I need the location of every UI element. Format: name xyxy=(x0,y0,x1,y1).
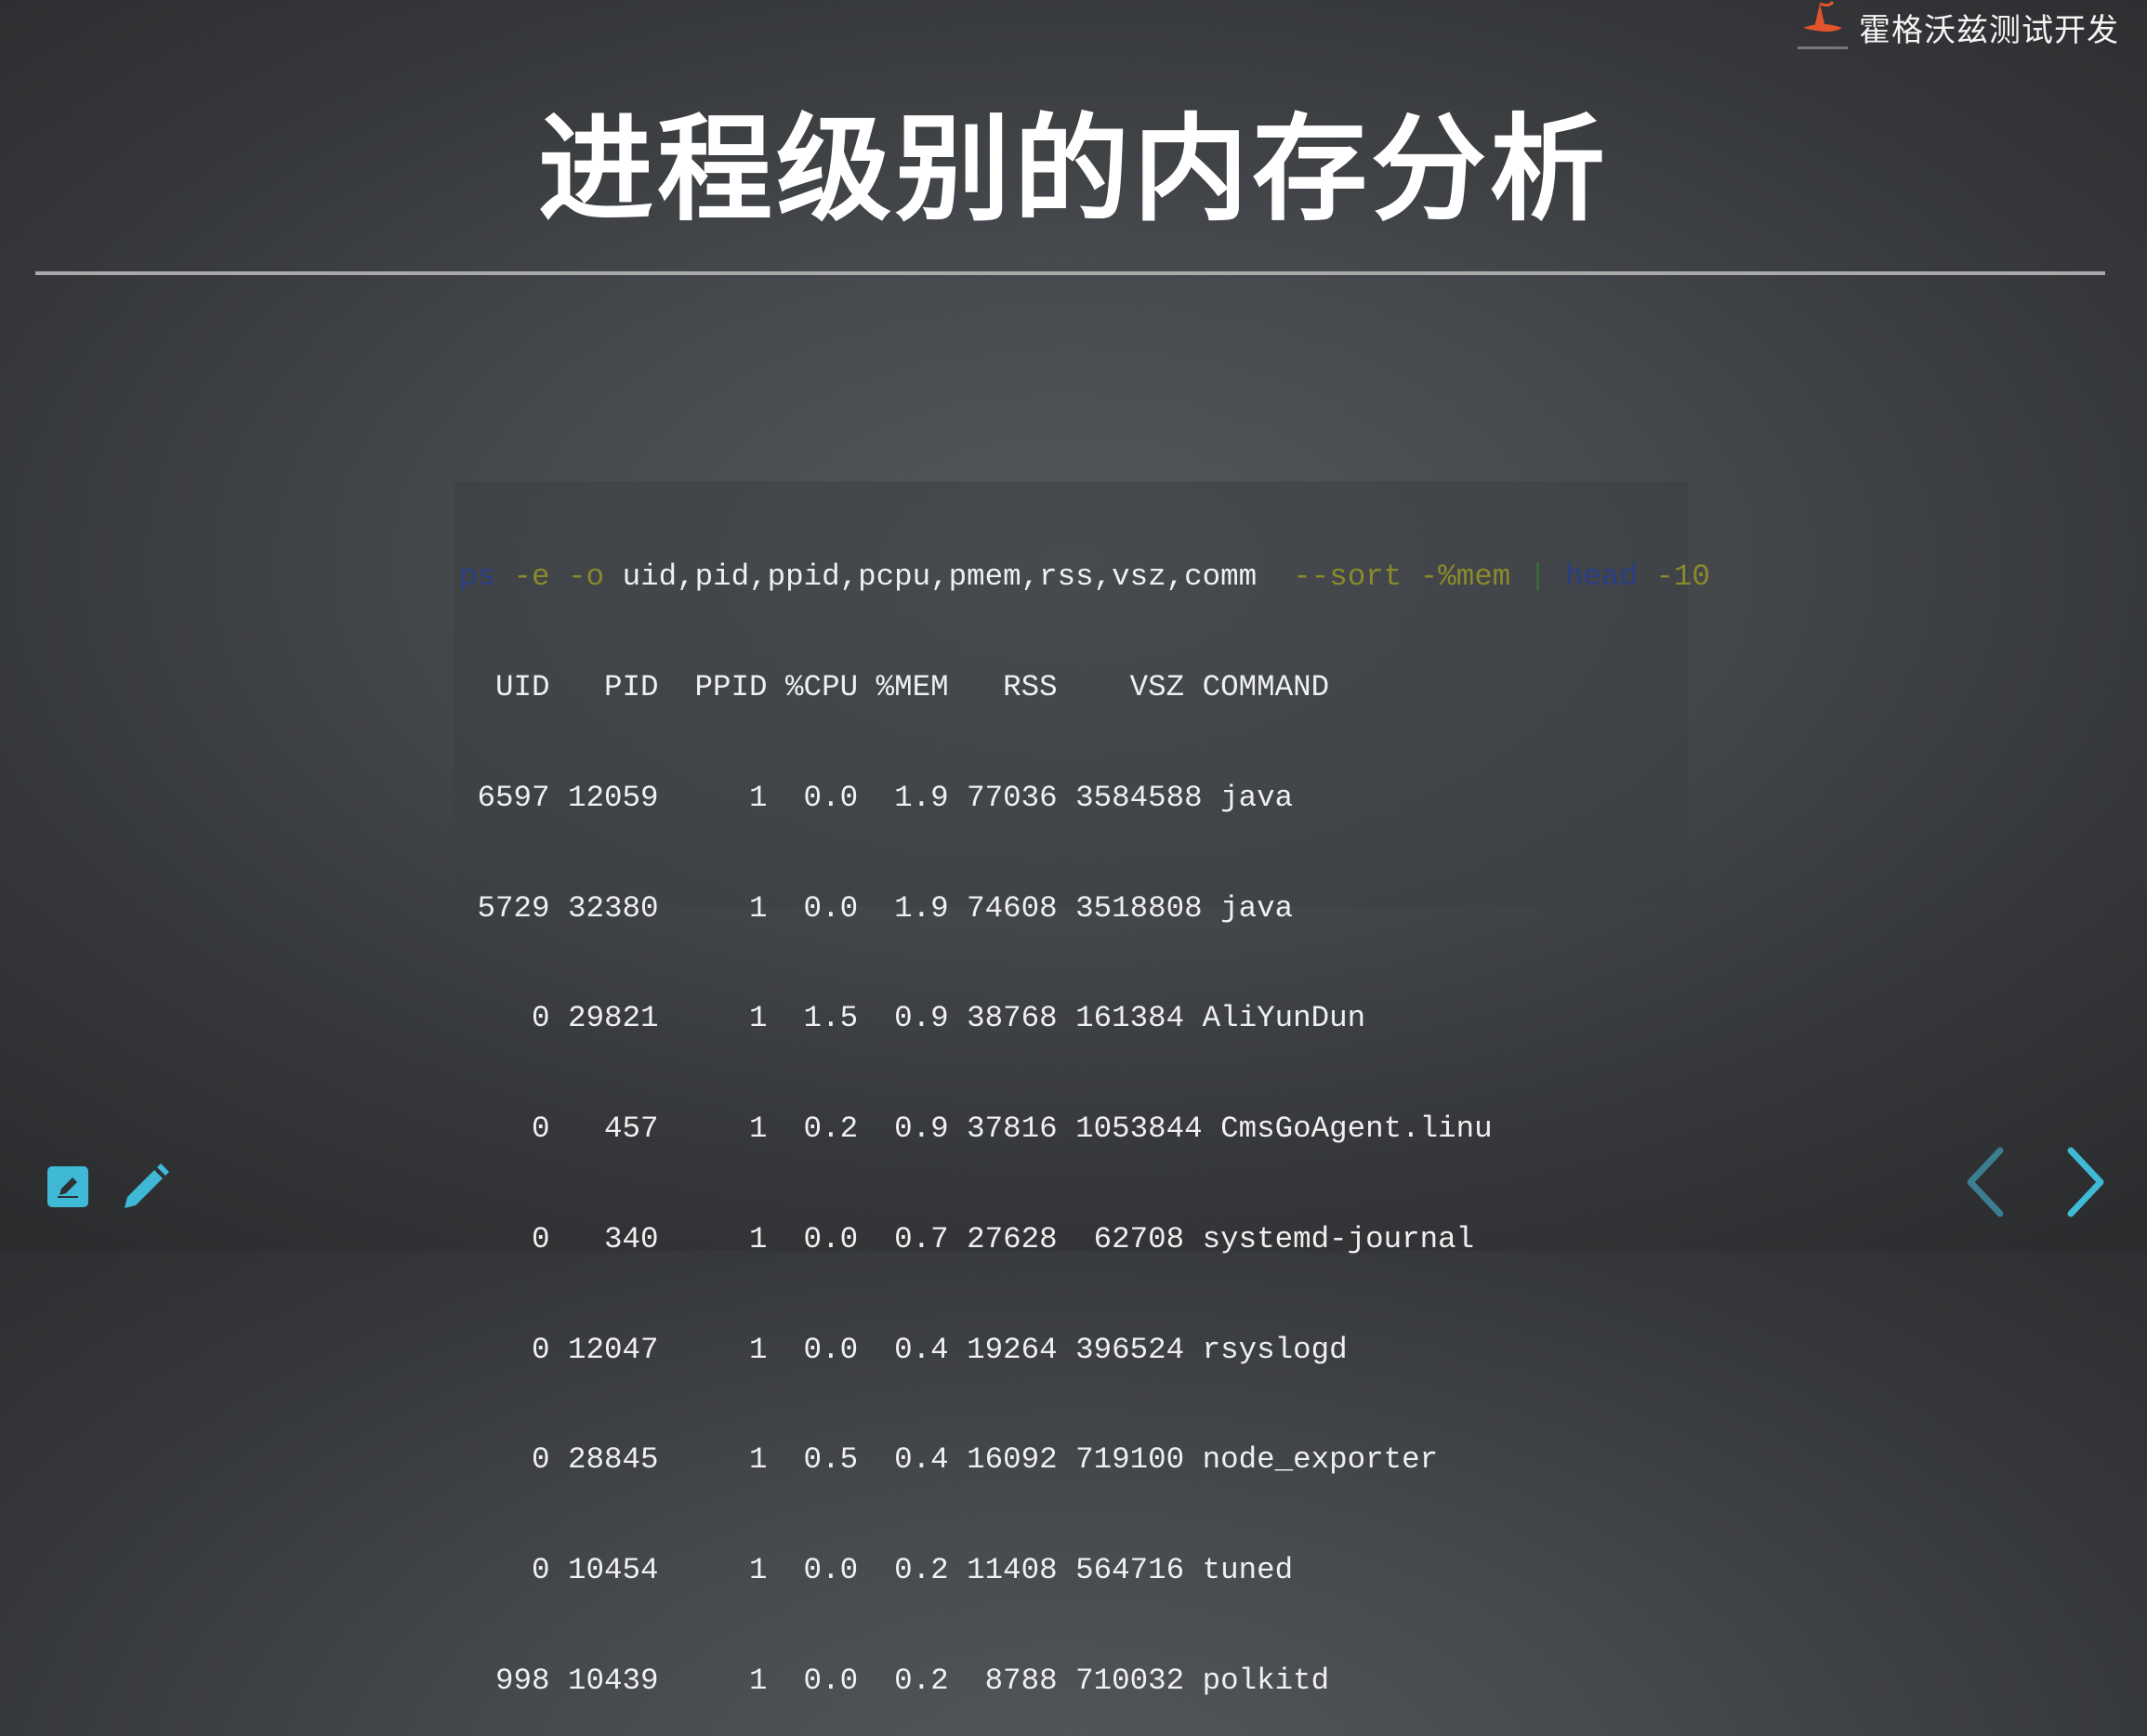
cmd-ps: ps xyxy=(459,559,496,595)
table-row: 0 29821 1 1.5 0.9 38768 161384 AliYunDun xyxy=(459,1001,1366,1036)
chevron-left-icon[interactable] xyxy=(1961,1145,2008,1219)
terminal-output: ps -e -o uid,pid,ppid,pcpu,pmem,rss,vsz,… xyxy=(454,481,1710,1698)
title-divider xyxy=(35,271,2105,275)
table-row: 5729 32380 1 0.0 1.9 74608 3518808 java xyxy=(459,890,1294,926)
brand-logo: 霍格沃兹测试开发 xyxy=(1792,0,2119,54)
table-row: 0 28845 1 0.5 0.4 16092 719100 node_expo… xyxy=(459,1442,1439,1478)
edit-icon[interactable] xyxy=(46,1165,89,1208)
table-header: UID PID PPID %CPU %MEM RSS VSZ COMMAND xyxy=(459,669,1330,704)
table-row: 6597 12059 1 0.0 1.9 77036 3584588 java xyxy=(459,780,1294,815)
table-row: 0 457 1 0.2 0.9 37816 1053844 CmsGoAgent… xyxy=(459,1111,1493,1147)
cmd-sort: --sort -%mem xyxy=(1293,559,1511,595)
chevron-right-icon[interactable] xyxy=(2063,1145,2110,1219)
pencil-icon[interactable] xyxy=(119,1162,171,1214)
table-row: 998 10439 1 0.0 0.2 8788 710032 polkitd xyxy=(459,1664,1330,1698)
table-row: 0 12047 1 0.0 0.4 19264 396524 rsyslogd xyxy=(459,1332,1348,1367)
brand-name: 霍格沃兹测试开发 xyxy=(1859,11,2119,49)
table-row: 0 10454 1 0.0 0.2 11408 564716 tuned xyxy=(459,1553,1294,1588)
cmd-fields: uid,pid,ppid,pcpu,pmem,rss,vsz,comm xyxy=(622,559,1258,595)
hat-logo-icon xyxy=(1798,1,1848,49)
slide-title: 进程级别的内存分析 xyxy=(537,103,1609,237)
table-row: 0 340 1 0.0 0.7 27628 62708 systemd-jour… xyxy=(459,1221,1475,1256)
cmd-flags: -e -o xyxy=(513,559,605,595)
cmd-head: head xyxy=(1564,559,1638,595)
command-line: ps -e -o uid,pid,ppid,pcpu,pmem,rss,vsz,… xyxy=(459,559,1710,596)
cmd-head-arg: -10 xyxy=(1655,559,1710,595)
cmd-pipe: | xyxy=(1528,559,1548,595)
